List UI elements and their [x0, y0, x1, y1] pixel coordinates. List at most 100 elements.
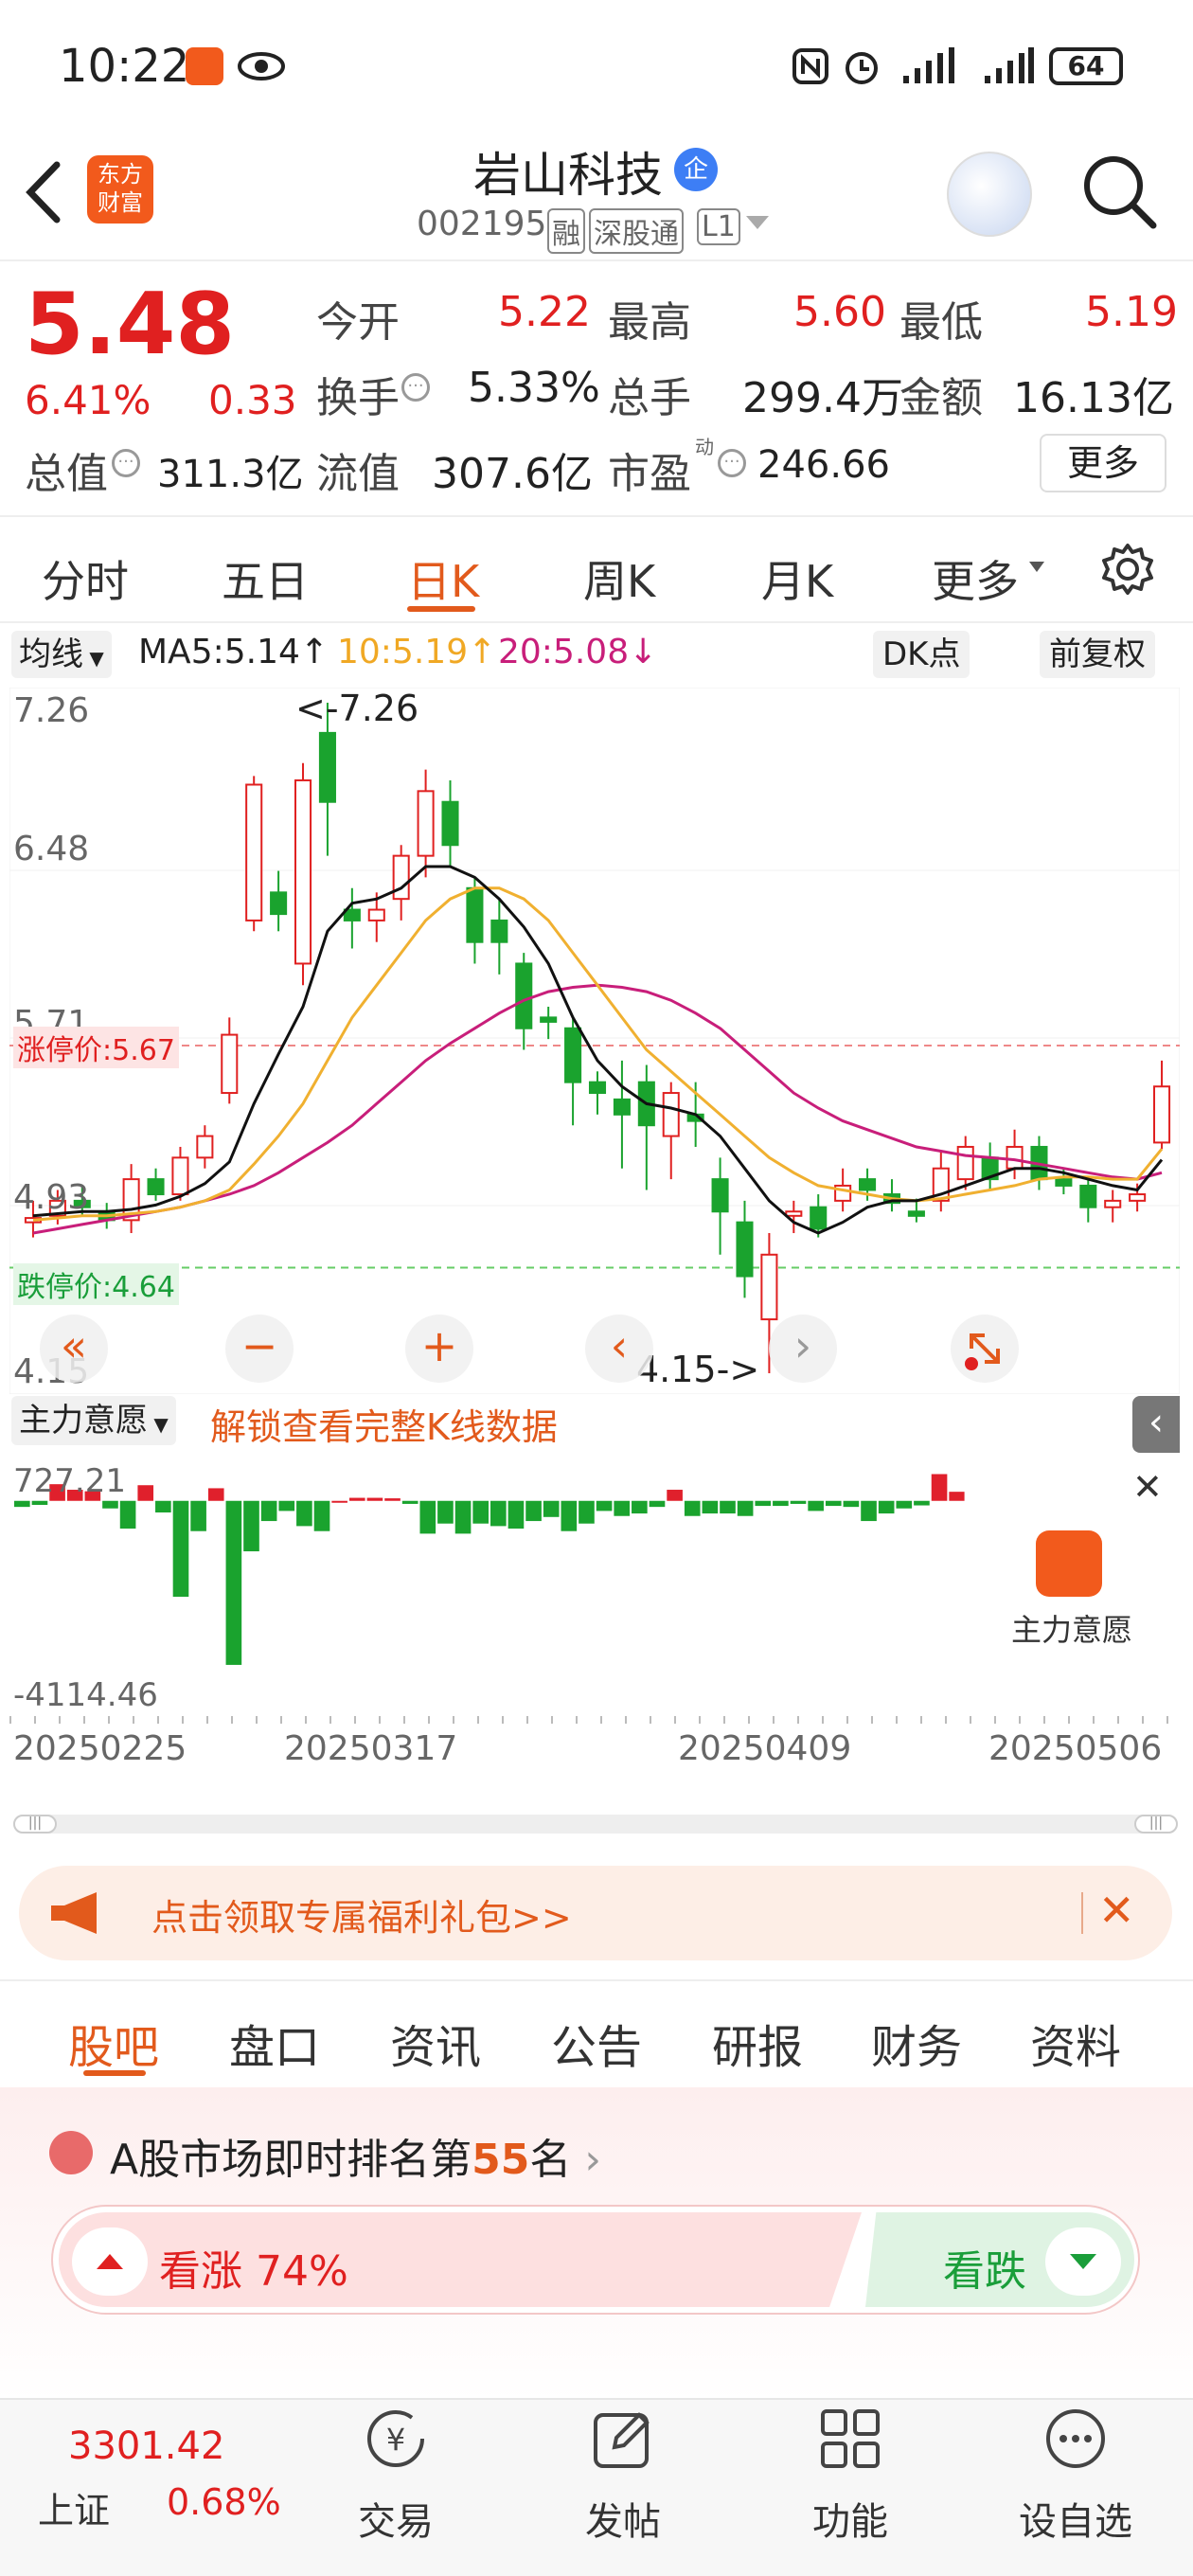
indicator-bar	[790, 1500, 807, 1504]
range-scrollbar[interactable]: ||| |||	[13, 1815, 1178, 1834]
indicator-bar	[348, 1497, 365, 1501]
tab-wuri[interactable]: 五日	[222, 547, 309, 610]
tab-zixun[interactable]: 资讯	[390, 2010, 481, 2076]
overlay-label: 主力意愿	[1011, 1612, 1133, 1648]
grid-icon	[821, 2409, 880, 2468]
tab-caiwu[interactable]: 财务	[871, 2010, 962, 2076]
dk-point-button[interactable]: DK点	[873, 631, 970, 678]
bear-button[interactable]	[1045, 2227, 1121, 2296]
range-handle-left[interactable]: |||	[13, 1815, 57, 1834]
indicator-select[interactable]: 主力意愿 ▼	[11, 1396, 176, 1445]
prev-button[interactable]: ‹	[585, 1315, 653, 1383]
y-tick: 4.93	[13, 1178, 90, 1217]
indicator-bar	[914, 1500, 930, 1506]
tab-pankou[interactable]: 盘口	[229, 2010, 320, 2076]
nav-trade[interactable]: ¥ 交易	[311, 2406, 481, 2546]
indicator-bar	[472, 1500, 489, 1524]
quote-label: 流值	[316, 450, 400, 498]
info-icon[interactable]: ···	[718, 449, 746, 477]
status-time: 10:22	[59, 40, 190, 93]
y-tick: 6.48	[13, 830, 90, 868]
candle-body	[147, 1178, 165, 1196]
signal-icon-2	[985, 47, 1034, 83]
zoom-out-button[interactable]: −	[225, 1315, 294, 1383]
indicator-bar	[278, 1500, 295, 1512]
indicator-bar	[155, 1500, 171, 1513]
index-value[interactable]: 3301.42	[68, 2424, 224, 2468]
tab-ziliao[interactable]: 资料	[1030, 2010, 1121, 2076]
ranking-row[interactable]: A股市场即时排名第55名 ›	[110, 2125, 601, 2186]
indicator-bar	[896, 1500, 913, 1509]
collapse-panel-button[interactable]: ‹	[1132, 1396, 1180, 1453]
ma-select-label: 均线	[19, 635, 83, 673]
tab-yuek[interactable]: 月K	[761, 547, 833, 610]
quote-value: 5.60	[793, 288, 886, 336]
info-icon[interactable]: ···	[401, 373, 430, 402]
nav-features[interactable]: 功能	[765, 2406, 935, 2546]
indicator-bar	[137, 1485, 154, 1501]
change-pct: 6.41%	[25, 377, 151, 423]
triangle-up-icon	[97, 2254, 123, 2269]
app-logo[interactable]: 东方 财富	[87, 155, 153, 224]
close-icon[interactable]: ✕	[1098, 1885, 1135, 1936]
promo-banner[interactable]: 点击领取专属福利礼包>> ✕	[19, 1866, 1172, 1960]
kline-chart[interactable]	[9, 688, 1180, 1394]
low-annotation: 4.15->	[636, 1349, 760, 1390]
next-button[interactable]: ›	[769, 1315, 837, 1383]
fuquan-button[interactable]: 前复权	[1040, 631, 1155, 678]
candle-body	[588, 1081, 607, 1095]
main-force-icon	[1036, 1530, 1102, 1597]
ma-select[interactable]: 均线 ▼	[11, 631, 112, 678]
signal-icon	[903, 47, 954, 83]
divider	[0, 259, 1193, 261]
quote-value: 307.6亿	[432, 450, 593, 498]
indicator-bar	[419, 1500, 436, 1534]
candle-body	[1153, 1085, 1171, 1144]
bull-text: 看涨	[159, 2247, 242, 2296]
index-pct: 0.68%	[167, 2481, 281, 2523]
info-icon[interactable]: ···	[112, 449, 140, 477]
date-label: 20250317	[284, 1729, 458, 1768]
quote-value: 246.66	[757, 443, 890, 487]
settings-icon[interactable]	[1100, 542, 1155, 597]
date-label: 20250225	[13, 1729, 187, 1768]
candle-body	[221, 1033, 239, 1095]
back-icon[interactable]	[19, 159, 66, 225]
indicator-bar	[684, 1500, 701, 1516]
tab-gonggao[interactable]: 公告	[551, 2010, 642, 2076]
chevron-down-icon[interactable]	[744, 214, 771, 233]
indicator-bar	[596, 1500, 613, 1512]
triangle-down-icon	[1070, 2254, 1096, 2269]
nav-post[interactable]: 发帖	[538, 2406, 708, 2546]
indicator-bar	[949, 1492, 965, 1501]
bull-button[interactable]	[72, 2227, 148, 2296]
megaphone-icon	[51, 1892, 97, 1934]
fullscreen-icon[interactable]	[951, 1315, 1019, 1383]
search-icon[interactable]	[1079, 152, 1159, 231]
indicator-select-label: 主力意愿	[19, 1402, 148, 1440]
tab-rik[interactable]: 日K	[407, 547, 479, 610]
tab-fenshi[interactable]: 分时	[42, 547, 129, 610]
date-ticks	[9, 1716, 1180, 1724]
candle-body	[711, 1178, 729, 1213]
robot-assistant-icon[interactable]	[947, 152, 1032, 237]
indicator-bottom: -4114.46	[13, 1676, 158, 1714]
tab-more[interactable]: 更多	[932, 547, 1019, 610]
indicator-bar	[561, 1500, 578, 1531]
more-button[interactable]: 更多	[1040, 434, 1166, 492]
quote-label: 最低	[899, 298, 983, 347]
first-page-button[interactable]: «	[40, 1315, 108, 1383]
edit-icon	[594, 2412, 650, 2468]
tab-zhouk[interactable]: 周K	[583, 547, 655, 610]
candle-body	[1006, 1145, 1024, 1170]
range-handle-right[interactable]: |||	[1134, 1815, 1178, 1834]
more-dots-icon	[1046, 2409, 1105, 2468]
nav-watchlist[interactable]: 设自选	[990, 2406, 1161, 2546]
date-label: 20250506	[988, 1729, 1163, 1768]
indicator-bar	[401, 1500, 418, 1504]
unlock-link[interactable]: 解锁查看完整K线数据	[210, 1398, 558, 1450]
zoom-in-button[interactable]: +	[405, 1315, 473, 1383]
tab-yanbao[interactable]: 研报	[712, 2010, 803, 2076]
tab-guba[interactable]: 股吧	[68, 2010, 159, 2076]
close-icon[interactable]: ✕	[1132, 1466, 1163, 1508]
